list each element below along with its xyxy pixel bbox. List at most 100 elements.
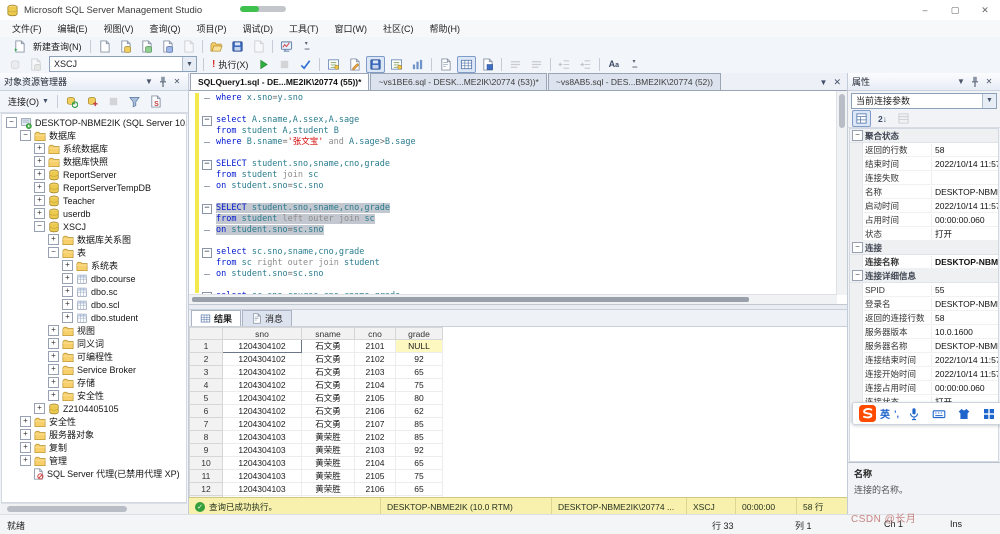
- cell-cno[interactable]: 2103: [355, 444, 396, 457]
- code-line[interactable]: [189, 148, 837, 159]
- close-icon[interactable]: ✕: [982, 77, 996, 86]
- sogou-logo-icon[interactable]: [859, 405, 876, 422]
- expand-icon[interactable]: +: [34, 208, 45, 219]
- property-row[interactable]: 连接开始时间2022/10/14 11:57:23: [850, 367, 998, 381]
- property-row[interactable]: 状态打开: [850, 227, 998, 241]
- collapse-icon[interactable]: −: [34, 221, 45, 232]
- row-number[interactable]: 2: [190, 353, 223, 366]
- cell-cno[interactable]: 2102: [355, 431, 396, 444]
- table-row[interactable]: 131204304103黄荣胜210762: [190, 496, 443, 498]
- save-icon[interactable]: [228, 38, 247, 55]
- table-row[interactable]: 81204304103黄荣胜210285: [190, 431, 443, 444]
- row-number[interactable]: 4: [190, 379, 223, 392]
- menu-item[interactable]: 编辑(E): [50, 20, 96, 37]
- document-tab-active[interactable]: SQLQuery1.sql - DE...ME2IK\20774 (55))*: [190, 73, 369, 90]
- cell-cno[interactable]: 2106: [355, 405, 396, 418]
- code-line[interactable]: −SELECT student.sno,sname,cno,grade: [189, 203, 837, 214]
- window-position-icon[interactable]: ▼: [142, 77, 156, 86]
- toolbar-overflow-icon[interactable]: ▾▁: [625, 56, 644, 73]
- close-document-icon[interactable]: ✕: [833, 77, 841, 88]
- property-row[interactable]: 占用时间00:00:00.060: [850, 213, 998, 227]
- stop-icon[interactable]: [104, 93, 123, 110]
- tab-results[interactable]: 结果: [191, 310, 241, 326]
- cell-sname[interactable]: 黄荣胜: [302, 431, 355, 444]
- menu-item[interactable]: 项目(P): [189, 20, 235, 37]
- soft-keyboard-icon[interactable]: [929, 405, 948, 422]
- cell-grade[interactable]: NULL: [396, 340, 443, 353]
- tree-item[interactable]: +Teacher: [2, 194, 186, 207]
- cell-sno[interactable]: 1204304103: [223, 483, 302, 496]
- database-engine-query-icon[interactable]: [116, 38, 135, 55]
- fold-collapse-icon[interactable]: −: [202, 248, 212, 258]
- table-row[interactable]: 41204304102石文勇210475: [190, 379, 443, 392]
- ime-toolbar[interactable]: 英 ’,: [852, 402, 1000, 425]
- expand-icon[interactable]: +: [20, 416, 31, 427]
- document-tab[interactable]: ~vs8AB5.sql - DES...BME2IK\20774 (52)): [548, 73, 721, 90]
- collapse-icon[interactable]: −: [852, 242, 863, 253]
- ime-language-mode[interactable]: 英: [880, 406, 890, 421]
- cell-sno[interactable]: 1204304103: [223, 470, 302, 483]
- cell-sname[interactable]: 石文勇: [302, 340, 355, 353]
- table-row[interactable]: 71204304102石文勇210785: [190, 418, 443, 431]
- table-row[interactable]: 111204304103黄荣胜210575: [190, 470, 443, 483]
- tree-item[interactable]: −数据库: [2, 129, 186, 142]
- row-number[interactable]: 12: [190, 483, 223, 496]
- column-header-cno[interactable]: cno: [355, 328, 396, 340]
- row-number[interactable]: 10: [190, 457, 223, 470]
- expand-icon[interactable]: +: [62, 260, 73, 271]
- expand-icon[interactable]: +: [34, 143, 45, 154]
- tree-item[interactable]: +数据库关系图: [2, 233, 186, 246]
- menu-item[interactable]: 帮助(H): [422, 20, 469, 37]
- close-icon[interactable]: ✕: [170, 77, 184, 86]
- mic-icon[interactable]: [904, 405, 923, 422]
- cell-sno[interactable]: 1204304102: [223, 418, 302, 431]
- cell-grade[interactable]: 65: [396, 457, 443, 470]
- cell-sname[interactable]: 石文勇: [302, 366, 355, 379]
- tree-item[interactable]: +dbo.student: [2, 311, 186, 324]
- cell-cno[interactable]: 2105: [355, 470, 396, 483]
- expand-icon[interactable]: +: [48, 364, 59, 375]
- cell-sname[interactable]: 石文勇: [302, 392, 355, 405]
- cell-sname[interactable]: 石文勇: [302, 405, 355, 418]
- fold-collapse-icon[interactable]: −: [202, 116, 212, 126]
- cell-grade[interactable]: 75: [396, 379, 443, 392]
- code-line[interactable]: from sc right outer join student: [189, 258, 837, 269]
- toolbox-icon[interactable]: [979, 405, 998, 422]
- new-query-button[interactable]: 新建查询(N): [4, 39, 87, 54]
- cell-grade[interactable]: 65: [396, 483, 443, 496]
- row-number[interactable]: 13: [190, 496, 223, 498]
- expand-icon[interactable]: +: [20, 429, 31, 440]
- tree-item[interactable]: SQL Server 代理(已禁用代理 XP): [2, 467, 186, 480]
- available-databases-icon[interactable]: [5, 56, 24, 73]
- cell-cno[interactable]: 2107: [355, 418, 396, 431]
- cell-sname[interactable]: 石文勇: [302, 353, 355, 366]
- cell-grade[interactable]: 65: [396, 366, 443, 379]
- pin-icon[interactable]: [968, 75, 982, 89]
- collapse-icon[interactable]: −: [48, 247, 59, 258]
- include-actual-plan-icon[interactable]: [387, 56, 406, 73]
- pin-icon[interactable]: [156, 75, 170, 89]
- include-client-statistics-icon[interactable]: [408, 56, 427, 73]
- intellisense-icon[interactable]: [26, 56, 45, 73]
- properties-object-combobox[interactable]: 当前连接参数 ▼: [851, 93, 997, 109]
- tree-item[interactable]: +存储: [2, 376, 186, 389]
- cell-sno[interactable]: 1204304102: [223, 353, 302, 366]
- code-line[interactable]: on student.sno=sc.sno: [189, 181, 837, 192]
- code-line[interactable]: where B.sname='张文宝' and A.sage>B.sage: [189, 137, 837, 148]
- expand-icon[interactable]: +: [34, 195, 45, 206]
- results-grid[interactable]: snosnamecnograde11204304102石文勇2101NULL21…: [189, 327, 847, 497]
- expand-icon[interactable]: +: [62, 299, 73, 310]
- editor-vscrollbar[interactable]: [836, 91, 847, 295]
- property-row[interactable]: 连接结束时间2022/10/14 11:57:23: [850, 353, 998, 367]
- cell-sname[interactable]: 黄荣胜: [302, 483, 355, 496]
- document-tab[interactable]: ~vs1BE6.sql - DESK...ME2IK\20774 (53))*: [370, 73, 546, 90]
- toolbar-overflow-icon[interactable]: ▾▁: [298, 38, 317, 55]
- code-line[interactable]: on student.sno=sc.sno: [189, 225, 837, 236]
- cell-grade[interactable]: 62: [396, 405, 443, 418]
- property-row[interactable]: 登录名DESKTOP-NBME2IK: [850, 297, 998, 311]
- tree-item[interactable]: +dbo.course: [2, 272, 186, 285]
- expand-icon[interactable]: +: [62, 273, 73, 284]
- close-button[interactable]: ✕: [970, 0, 1000, 20]
- tree-item[interactable]: +系统表: [2, 259, 186, 272]
- tree-item[interactable]: +Z2104405105: [2, 402, 186, 415]
